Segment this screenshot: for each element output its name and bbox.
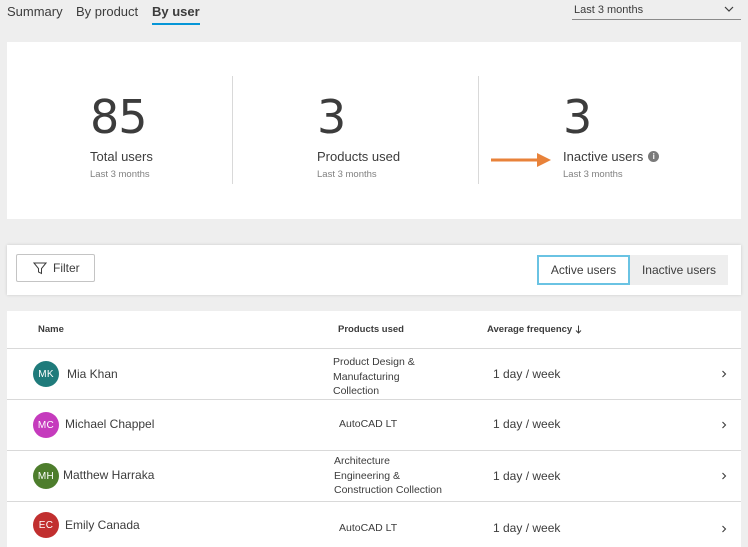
- active-users-toggle[interactable]: Active users: [537, 255, 630, 285]
- product-line: Engineering &: [334, 469, 400, 482]
- product-line: AutoCAD LT: [339, 522, 398, 534]
- stat-total-users: 85 Total users Last 3 months: [90, 92, 153, 180]
- chevron-right-icon: [722, 421, 727, 429]
- user-name: Mia Khan: [67, 367, 118, 381]
- user-name: Michael Chappel: [65, 417, 155, 431]
- period-select[interactable]: Last 3 months: [572, 3, 741, 20]
- average-frequency: 1 day / week: [493, 417, 561, 431]
- table-row[interactable]: MH Matthew Harraka Architecture Engineer…: [7, 451, 741, 502]
- filter-button-label: Filter: [53, 261, 80, 275]
- stat-label: Total users: [90, 149, 153, 164]
- user-name: Matthew Harraka: [63, 468, 155, 482]
- chevron-down-icon: [724, 6, 734, 12]
- stat-products-used: 3 Products used Last 3 months: [317, 92, 400, 180]
- table-row[interactable]: MC Michael Chappel AutoCAD LT 1 day / we…: [7, 400, 741, 451]
- table-row[interactable]: EC Emily Canada AutoCAD LT 1 day / week: [7, 502, 741, 547]
- info-icon[interactable]: i: [648, 151, 660, 162]
- summary-card: 85 Total users Last 3 months 3 Products …: [7, 42, 741, 219]
- stat-label: Inactive users i: [563, 149, 660, 164]
- stat-value: 3: [317, 90, 346, 144]
- avatar: MK: [33, 361, 59, 387]
- column-header-frequency[interactable]: Average frequency: [487, 324, 582, 335]
- product-used: Product Design & Manufacturing Collectio…: [333, 355, 415, 399]
- stat-label: Products used: [317, 149, 400, 164]
- filter-icon: [33, 262, 47, 274]
- average-frequency: 1 day / week: [493, 521, 561, 535]
- product-line: AutoCAD LT: [339, 418, 398, 430]
- stat-inactive-users: 3 Inactive users i Last 3 months: [563, 90, 660, 180]
- tab-summary[interactable]: Summary: [7, 4, 63, 23]
- product-line: Construction Collection: [334, 484, 442, 496]
- product-used: AutoCAD LT: [339, 521, 397, 536]
- stat-label-text: Total users: [90, 149, 153, 164]
- column-header-products[interactable]: Products used: [338, 324, 404, 335]
- table-row[interactable]: MK Mia Khan Product Design & Manufacturi…: [7, 349, 741, 400]
- column-header-name[interactable]: Name: [38, 324, 64, 335]
- stat-period: Last 3 months: [563, 169, 623, 180]
- product-line: Collection: [333, 385, 380, 397]
- avatar: MC: [33, 412, 59, 438]
- product-line: Product Design &: [333, 356, 415, 368]
- column-header-frequency-label: Average frequency: [487, 324, 573, 335]
- tab-by-user[interactable]: By user: [152, 4, 200, 25]
- divider: [478, 76, 479, 184]
- sort-down-icon: [575, 325, 582, 334]
- average-frequency: 1 day / week: [493, 367, 561, 381]
- inactive-users-toggle[interactable]: Inactive users: [630, 255, 728, 285]
- product-line: Architecture: [334, 455, 391, 467]
- stat-value: 3: [563, 90, 592, 144]
- avatar: MH: [33, 463, 59, 489]
- stat-label-text: Products used: [317, 149, 401, 164]
- period-select-value: Last 3 months: [574, 4, 644, 16]
- stat-value: 85: [90, 90, 148, 144]
- product-used: AutoCAD LT: [339, 417, 397, 432]
- average-frequency: 1 day / week: [493, 469, 561, 483]
- chevron-right-icon: [722, 472, 727, 480]
- orange-arrow-icon: [491, 153, 551, 167]
- avatar: EC: [33, 512, 59, 538]
- user-name: Emily Canada: [65, 518, 140, 532]
- filter-button[interactable]: Filter: [16, 254, 95, 282]
- stat-label-text: Inactive users: [563, 149, 644, 164]
- stat-period: Last 3 months: [317, 169, 377, 180]
- filter-bar: Filter Active users Inactive users: [7, 245, 741, 295]
- product-used: Architecture Engineering & Construction …: [334, 454, 442, 498]
- chevron-right-icon: [722, 370, 727, 378]
- users-table: Name Products used Average frequency MK …: [7, 311, 741, 547]
- divider: [232, 76, 233, 184]
- chevron-right-icon: [722, 525, 727, 533]
- tab-by-product[interactable]: By product: [76, 4, 138, 23]
- stat-period: Last 3 months: [90, 169, 150, 180]
- product-line: Manufacturing: [333, 370, 400, 383]
- table-header: Name Products used Average frequency: [7, 311, 741, 349]
